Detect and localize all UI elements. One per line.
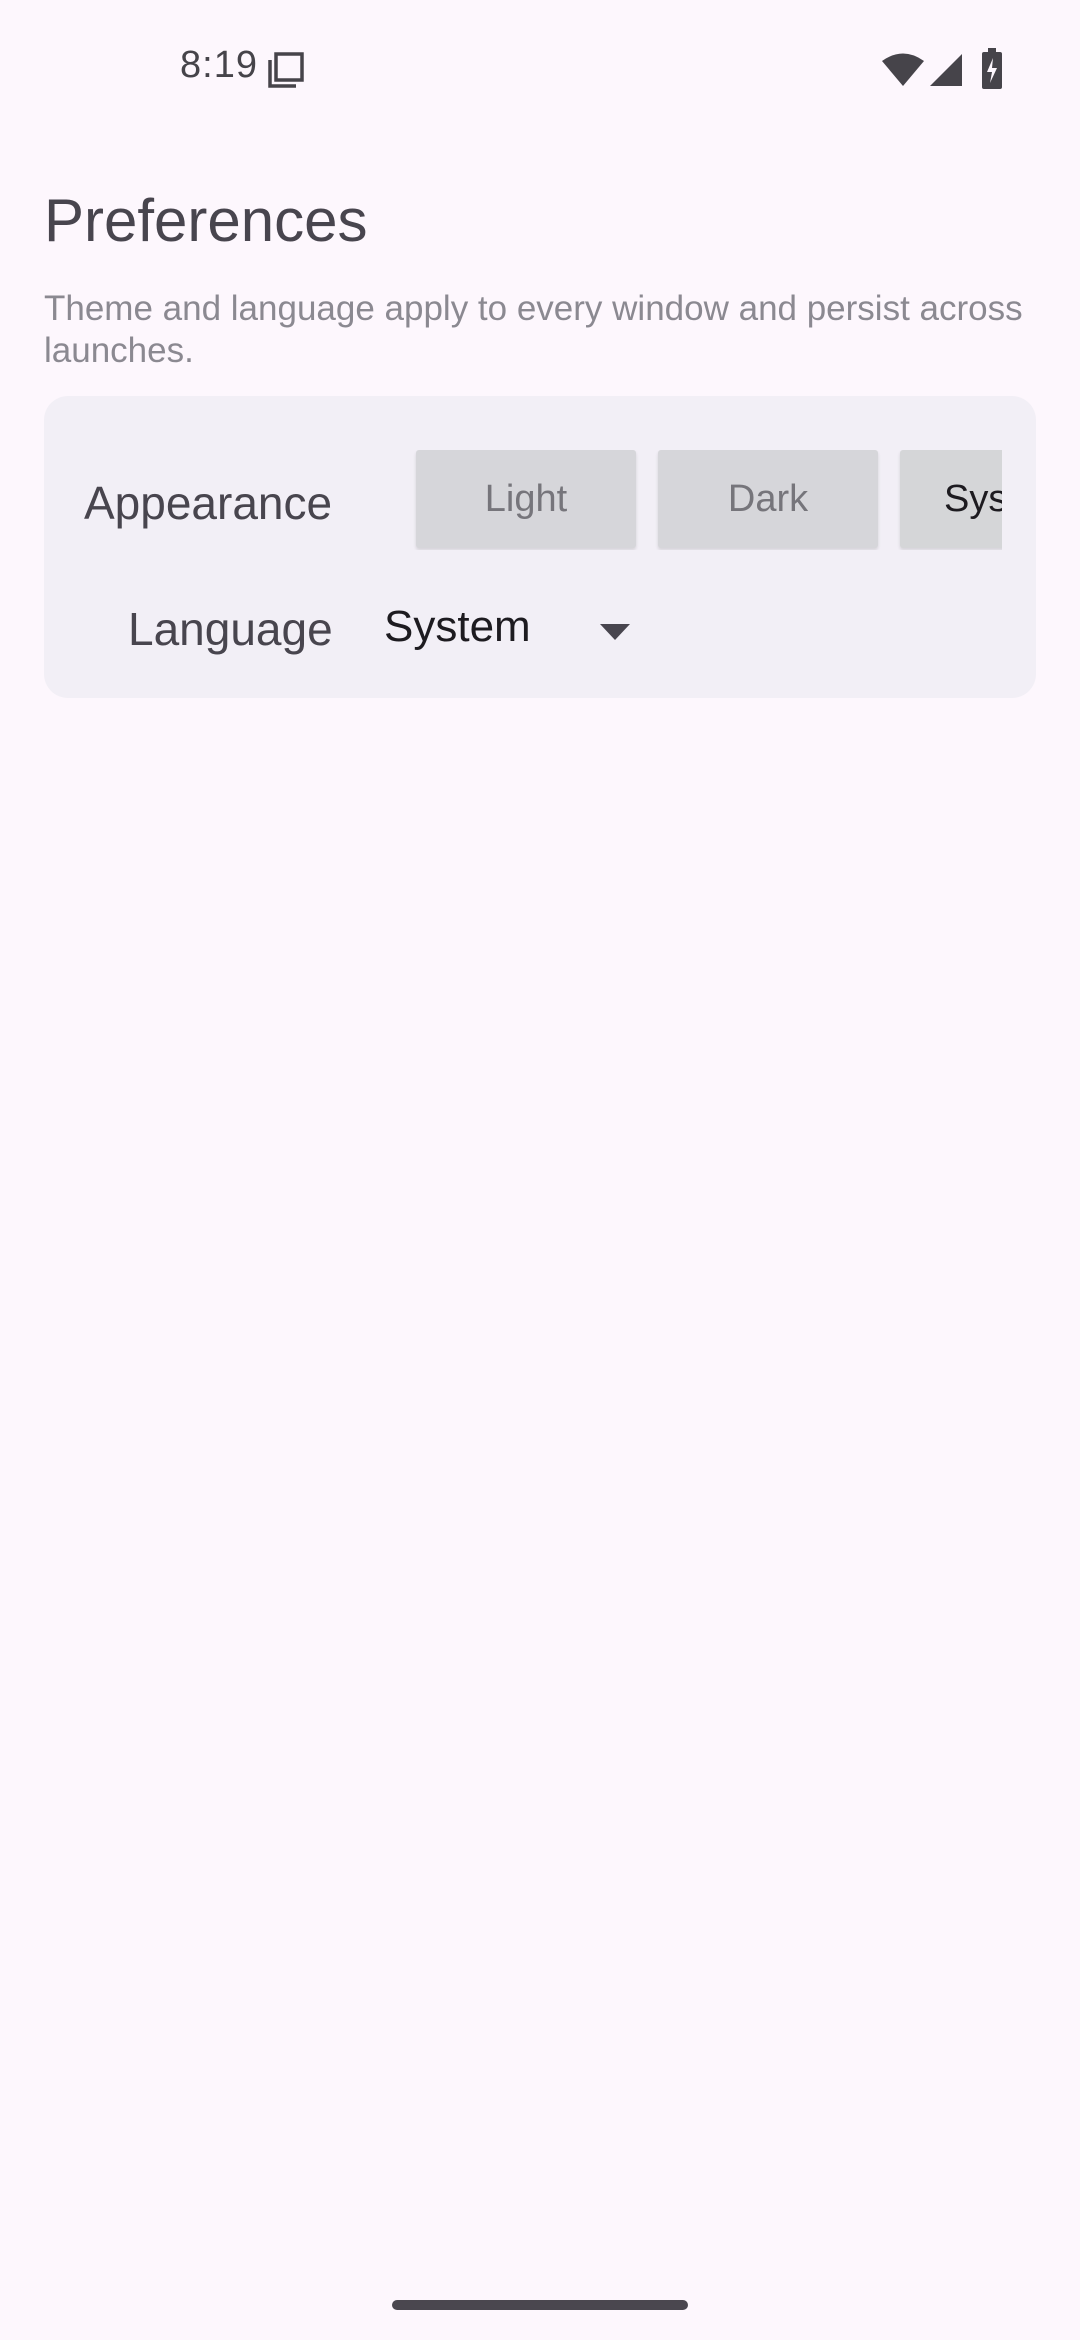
status-time: 8:19 xyxy=(180,44,258,86)
theme-light-button[interactable]: Light xyxy=(416,450,636,548)
appearance-label: Appearance xyxy=(84,477,333,529)
status-bar: 8:19 xyxy=(0,0,1080,140)
page-title: Preferences xyxy=(44,187,368,254)
notification-icon xyxy=(268,52,304,88)
wifi-icon xyxy=(882,53,924,86)
page-subtitle: Theme and language apply to every window… xyxy=(44,289,1023,370)
theme-system-button[interactable]: Syste xyxy=(900,450,1002,548)
signal-icon xyxy=(930,54,962,86)
theme-segmented-control: Light Dark Syste xyxy=(372,450,1002,550)
dropdown-arrow-icon xyxy=(600,624,630,640)
theme-dark-button[interactable]: Dark xyxy=(658,450,878,548)
gesture-navigation-bar[interactable] xyxy=(392,2300,688,2310)
settings-card: Appearance Light Dark Syste Language Sys… xyxy=(44,396,1036,698)
language-label: Language xyxy=(128,603,333,655)
language-dropdown[interactable]: System xyxy=(384,588,704,672)
battery-charging-icon xyxy=(982,48,1002,89)
language-dropdown-value: System xyxy=(384,602,531,651)
